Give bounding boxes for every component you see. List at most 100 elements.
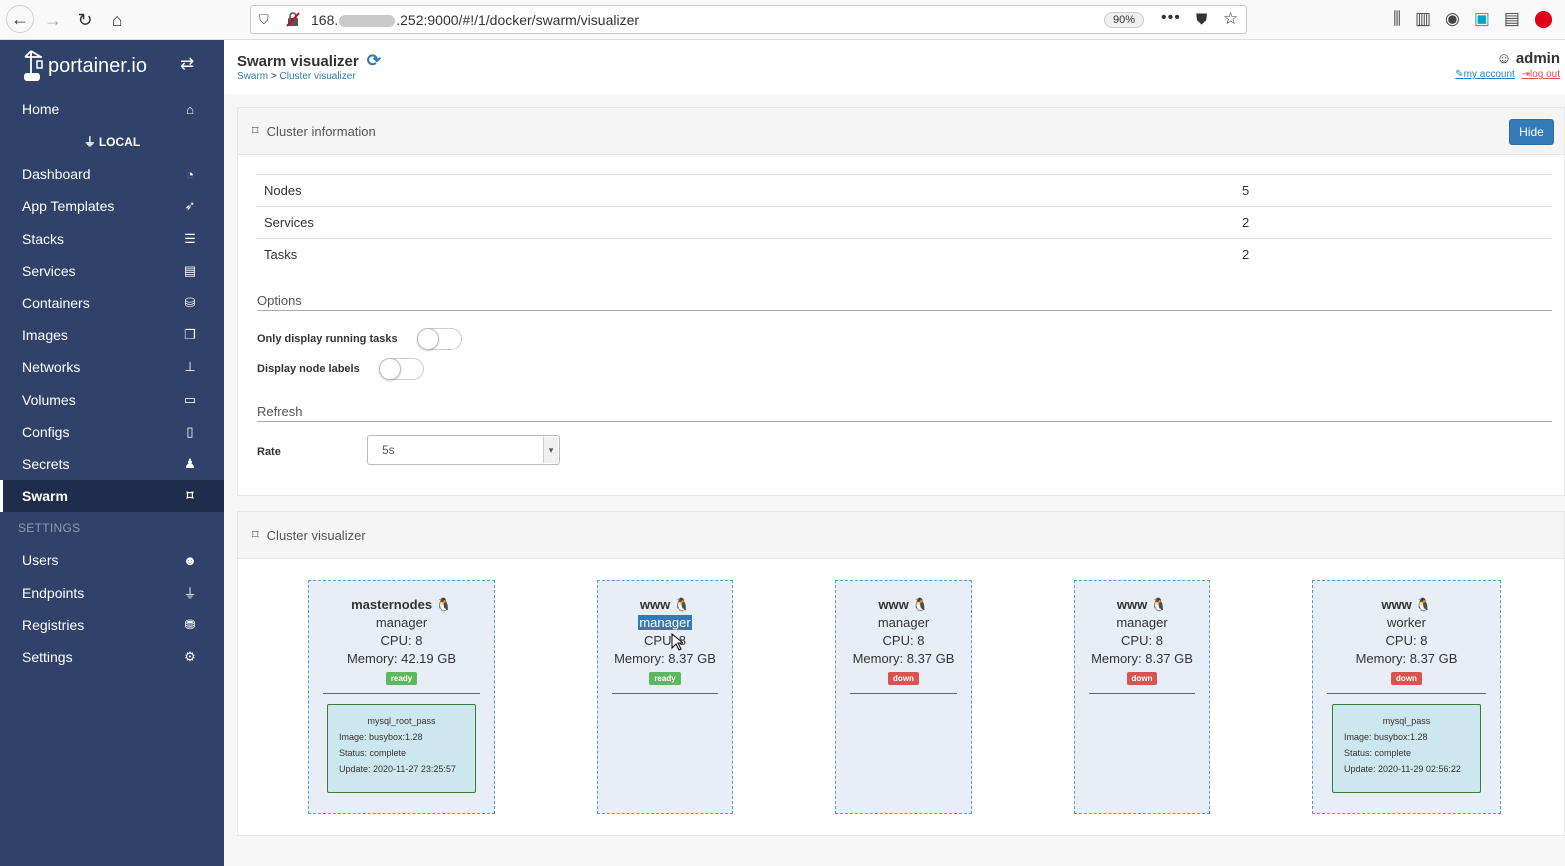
sitemap-icon: ⊥ (184, 359, 196, 375)
tachometer-icon: ◔ (186, 166, 194, 182)
sidebar-item-users[interactable]: Users ☻ (0, 544, 224, 576)
zoom-indicator[interactable]: 90% (1104, 12, 1144, 28)
linux-icon: 🐧 (1150, 597, 1168, 612)
sidebar-menu: Home ⌂ ⏚ LOCAL Dashboard ◔ App Templates ➶ S… (0, 93, 224, 673)
node-card[interactable]: www 🐧 worker CPU: 8 Memory: 8.37 GB down… (1312, 580, 1501, 814)
account-icon[interactable]: ◉ (1445, 9, 1460, 29)
clone-icon: ❐ (184, 327, 196, 343)
my-account-link[interactable]: ✎my account (1455, 69, 1515, 80)
pocket-icon[interactable]: ⛊ (1196, 11, 1207, 28)
sidebar-item-secrets[interactable]: Secrets ♟ (0, 448, 224, 480)
rate-select[interactable]: 5s ▾ (367, 435, 560, 465)
reload-button[interactable]: ↻ (72, 7, 98, 33)
node-card[interactable]: www 🐧 manager CPU: 8 Memory: 8.37 GB dow… (835, 580, 972, 814)
log-out-link[interactable]: ⇥log out (1522, 69, 1560, 80)
status-badge: ready (649, 672, 681, 685)
toolbar-icons: ⫼ ▥ ◉ ▣ ▤ ⬤ (1393, 9, 1553, 29)
hide-button[interactable]: Hide (1509, 119, 1554, 145)
database-icon: ⛃ (184, 616, 196, 632)
sidebar-item-home[interactable]: Home ⌂ (0, 93, 224, 125)
user-name: ☺ admin (1496, 50, 1560, 67)
logo-text: portainer.io (48, 54, 147, 77)
home-icon: ⌂ (111, 9, 123, 30)
linux-icon: 🐧 (912, 597, 929, 612)
sidebar-item-registries[interactable]: Registries ⛃ (0, 609, 224, 641)
node-card[interactable]: masternodes 🐧 manager CPU: 8 Memory: 42.… (308, 580, 495, 814)
settings-section-header: SETTINGS (18, 521, 81, 536)
sidebar-item-dashboard[interactable]: Dashboard ◔ (0, 158, 224, 190)
back-button[interactable]: ← (6, 5, 34, 33)
sidebar-item-volumes[interactable]: Volumes ▭ (0, 384, 224, 416)
cluster-information-widget: ⌑ Cluster information Hide Nodes 5 Servic… (237, 107, 1565, 496)
cluster-info-table: Nodes 5 Services 2 Tasks 2 (256, 174, 1551, 271)
object-group-icon: ⌑ (186, 488, 194, 504)
home-button[interactable]: ⌂ (104, 7, 130, 33)
sidebar-item-settings[interactable]: Settings ⚙ (0, 641, 224, 673)
list-alt-icon: ▤ (183, 262, 197, 278)
shield-icon[interactable]: ⛉ (259, 12, 269, 28)
task-card[interactable]: mysql_root_pass Image: busybox:1.28 Stat… (327, 704, 476, 793)
save-icon[interactable]: ▣ (1474, 9, 1490, 29)
status-badge: ready (385, 672, 418, 685)
node-labels-option: Display node labels (257, 358, 424, 380)
table-row: Nodes 5 (256, 174, 1551, 207)
browser-toolbar: ← → ↻ ⌂ ⛉ 168. .252:9000/#!/1/docker/swar… (0, 0, 1565, 40)
page-header: Swarm visualizer ⟳ Swarm > Cluster visua… (224, 40, 1565, 94)
status-badge: down (888, 672, 919, 685)
only-running-toggle[interactable] (416, 328, 462, 350)
status-badge: down (1126, 672, 1158, 685)
sidebar-icon[interactable]: ▥ (1415, 9, 1431, 29)
selected-text: manager (638, 615, 692, 630)
reload-icon: ↻ (77, 9, 93, 30)
widget-header: ⌑ Cluster visualizer (238, 512, 1564, 559)
users-icon: ☻ (183, 552, 197, 568)
portainer-crane-icon (24, 50, 43, 81)
sidebar-item-stacks[interactable]: Stacks ☰ (0, 223, 224, 255)
object-group-icon: ⌑ (252, 527, 259, 542)
table-row: Tasks 2 (256, 238, 1551, 271)
sidebar-item-services[interactable]: Services ▤ (0, 255, 224, 287)
chevron-down-icon: ▾ (543, 437, 558, 463)
linux-icon: 🐧 (673, 597, 691, 612)
opera-icon[interactable]: ⬤ (1534, 9, 1553, 29)
refresh-legend: Refresh (257, 404, 1552, 422)
sidebar-item-containers[interactable]: Containers ⛁ (0, 287, 224, 319)
user-box: ☺ admin ✎my account ⇥log out (1455, 50, 1560, 80)
page-title: Swarm visualizer ⟳ (237, 51, 381, 71)
url-text[interactable]: 168. .252:9000/#!/1/docker/swarm/visualiz… (311, 12, 639, 28)
bookmark-star-icon[interactable]: ☆ (1223, 9, 1238, 29)
address-bar[interactable]: ⛉ 168. .252:9000/#!/1/docker/swarm/visual… (250, 5, 1247, 34)
forward-button[interactable]: → (40, 7, 66, 33)
breadcrumb-swarm-link[interactable]: Swarm (237, 71, 268, 82)
insecure-lock-icon[interactable] (285, 11, 301, 27)
task-card[interactable]: mysql_pass Image: busybox:1.28 Status: c… (1332, 704, 1481, 793)
options-legend: Options (257, 293, 1552, 311)
rocket-icon: ➶ (184, 198, 196, 214)
node-card[interactable]: www 🐧 manager CPU: 8 Memory: 8.37 GB dow… (1074, 580, 1210, 814)
folder-icon[interactable]: ▤ (1504, 9, 1520, 29)
sidebar: portainer.io ⇄ Home ⌂ ⏚ LOCAL Dashboard ◔ A… (0, 40, 224, 866)
object-group-icon: ⌑ (252, 123, 259, 138)
exchange-icon[interactable]: ⇄ (180, 54, 194, 74)
library-icon[interactable]: ⫼ (1393, 9, 1401, 29)
sign-out-icon: ⇥ (1521, 69, 1530, 80)
sidebar-item-networks[interactable]: Networks ⊥ (0, 351, 224, 383)
arrow-left-icon: ← (11, 8, 29, 29)
table-row: Services 2 (256, 206, 1551, 239)
widget-header: ⌑ Cluster information Hide (238, 108, 1564, 155)
sidebar-item-endpoints[interactable]: Endpoints ⏚ (0, 576, 224, 608)
th-list-icon: ☰ (184, 230, 196, 246)
sidebar-item-app-templates[interactable]: App Templates ➶ (0, 190, 224, 222)
more-icon[interactable]: ••• (1161, 9, 1181, 27)
sidebar-item-configs[interactable]: Configs ▯ (0, 416, 224, 448)
plug-icon: ⏚ (183, 586, 197, 602)
cogs-icon: ⚙ (184, 648, 196, 664)
redacted-ip (339, 15, 396, 28)
sidebar-item-swarm[interactable]: Swarm ⌑ (0, 480, 224, 513)
logo[interactable]: portainer.io (22, 46, 147, 86)
refresh-icon[interactable]: ⟳ (367, 51, 381, 71)
sidebar-item-images[interactable]: Images ❐ (0, 319, 224, 351)
user-links: ✎my account ⇥log out (1455, 69, 1560, 80)
node-card[interactable]: www 🐧 manager CPU: 8 Memory: 8.37 GB rea… (597, 580, 733, 814)
node-labels-toggle[interactable] (378, 358, 424, 380)
